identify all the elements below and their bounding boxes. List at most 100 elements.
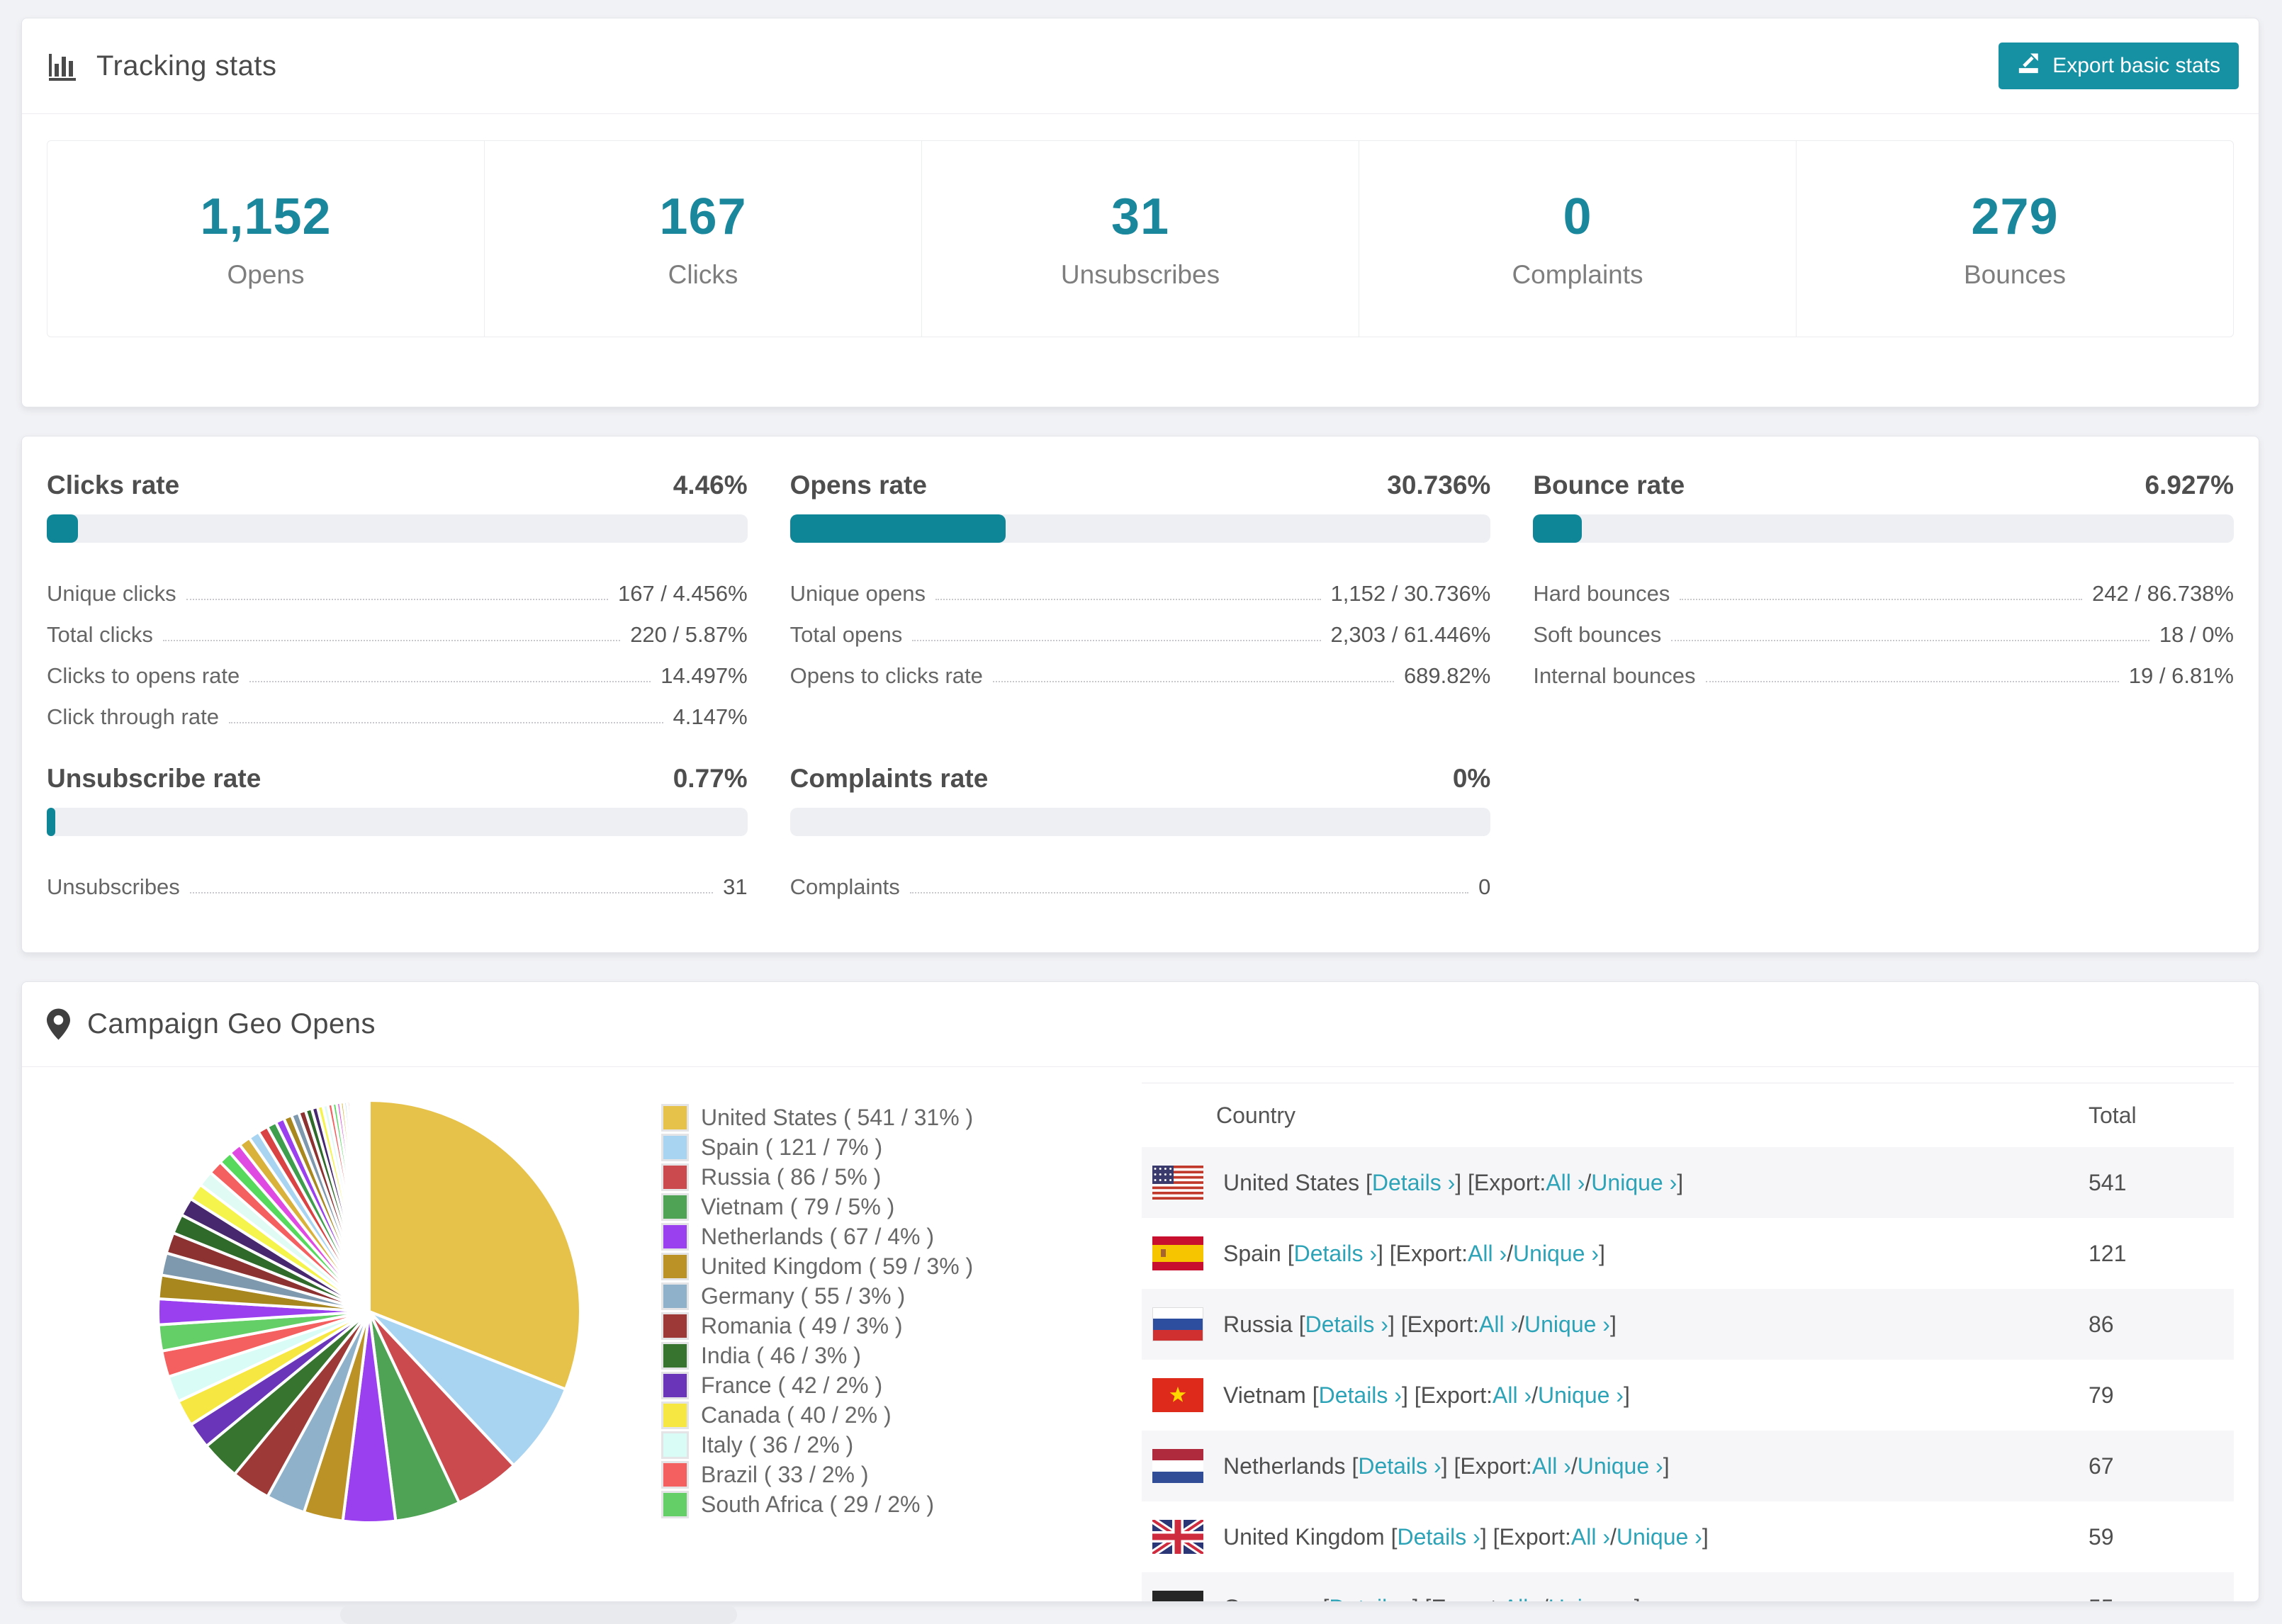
rate-block-unsubscribe-rate: Unsubscribe rate 0.77% Unsubscribes 31 <box>47 764 748 901</box>
legend-item-russia[interactable]: Russia ( 86 / 5% ) <box>663 1162 1018 1192</box>
legend-item-united-states[interactable]: United States ( 541 / 31% ) <box>663 1103 1018 1132</box>
stat-label: Complaints <box>1512 260 1643 289</box>
progress-bar-fill <box>1533 514 1582 543</box>
rate-row-value: 220 / 5.87% <box>630 622 748 647</box>
country-name: United Kingdom <box>1223 1523 1385 1550</box>
rate-row-value: 242 / 86.738% <box>2092 581 2234 606</box>
geo-table-row-us: United States [Details ›] [Export: All ›… <box>1142 1147 2234 1218</box>
export-unique-link[interactable]: Unique › <box>1524 1312 1610 1338</box>
details-link[interactable]: Details › <box>1397 1524 1480 1550</box>
flag-de-icon <box>1152 1591 1203 1601</box>
geo-table-row-de: Germany [Details ›] [Export: All › / Uni… <box>1142 1572 2234 1602</box>
column-header-country: Country <box>1216 1102 1296 1128</box>
stat-label: Bounces <box>1964 260 2066 289</box>
geo-table-body: United States [Details ›] [Export: All ›… <box>1142 1147 2234 1602</box>
export-all-link[interactable]: All › <box>1546 1170 1585 1196</box>
rate-title: Complaints rate <box>789 764 989 793</box>
legend-item-italy[interactable]: Italy ( 36 / 2% ) <box>663 1430 1018 1460</box>
rate-block-clicks-rate: Clicks rate 4.46% Unique clicks 167 / 4.… <box>47 470 748 731</box>
export-unique-link[interactable]: Unique › <box>1591 1170 1677 1196</box>
details-link[interactable]: Details › <box>1294 1241 1377 1267</box>
dotted-leader <box>912 640 1321 641</box>
legend-item-france[interactable]: France ( 42 / 2% ) <box>663 1370 1018 1400</box>
export-unique-link[interactable]: Unique › <box>1538 1382 1624 1409</box>
details-link[interactable]: Details › <box>1358 1453 1441 1479</box>
legend-swatch <box>663 1284 687 1308</box>
rate-block-opens-rate: Opens rate 30.736% Unique opens 1,152 / … <box>789 470 1491 731</box>
export-unique-link[interactable]: Unique › <box>1578 1453 1663 1479</box>
rate-row-label: Unique opens <box>789 581 926 606</box>
country-total: 55 <box>2089 1595 2234 1602</box>
legend-item-brazil[interactable]: Brazil ( 33 / 2% ) <box>663 1460 1018 1489</box>
scrollbar-artifact <box>340 1606 737 1624</box>
rate-row-value: 167 / 4.456% <box>617 581 748 606</box>
rate-row: Unique opens 1,152 / 30.736% <box>790 567 1491 608</box>
legend-item-romania[interactable]: Romania ( 49 / 3% ) <box>663 1311 1018 1341</box>
stat-value: 279 <box>1971 188 2059 245</box>
rate-row-value: 31 <box>723 874 748 899</box>
legend-swatch <box>663 1195 687 1219</box>
summary-stat-unsubscribes: 31 Unsubscribes <box>921 141 1359 337</box>
export-all-link[interactable]: All › <box>1468 1241 1507 1267</box>
summary-stat-clicks: 167 Clicks <box>484 141 921 337</box>
legend-item-india[interactable]: India ( 46 / 3% ) <box>663 1341 1018 1370</box>
geo-table: Country Total United States [Details ›] … <box>1142 1083 2234 1602</box>
export-all-link[interactable]: All › <box>1479 1312 1518 1338</box>
legend-item-germany[interactable]: Germany ( 55 / 3% ) <box>663 1281 1018 1311</box>
export-icon <box>2017 52 2041 80</box>
dotted-leader <box>189 892 714 893</box>
legend-swatch <box>663 1254 687 1278</box>
details-link[interactable]: Details › <box>1372 1170 1455 1196</box>
rate-row: Total clicks 220 / 5.87% <box>47 608 748 649</box>
rate-block-complaints-rate: Complaints rate 0% Complaints 0 <box>789 764 1491 901</box>
summary-stat-bounces: 279 Bounces <box>1796 141 2233 337</box>
geo-title: Campaign Geo Opens <box>87 1008 376 1039</box>
rate-row-value: 689.82% <box>1403 663 1491 688</box>
tracking-stats-card: Tracking stats Export basic stats 1,152 … <box>21 18 2259 407</box>
details-link[interactable]: Details › <box>1305 1312 1388 1338</box>
legend-item-spain[interactable]: Spain ( 121 / 7% ) <box>663 1132 1018 1162</box>
legend-item-south-africa[interactable]: South Africa ( 29 / 2% ) <box>663 1489 1018 1519</box>
export-unique-link[interactable]: Unique › <box>1513 1241 1599 1267</box>
legend-swatch <box>663 1492 687 1516</box>
legend-swatch <box>663 1105 687 1129</box>
export-all-link[interactable]: All › <box>1503 1595 1542 1602</box>
progress-bar <box>789 514 1491 543</box>
details-link[interactable]: Details › <box>1329 1595 1412 1602</box>
rate-row: Unsubscribes 31 <box>47 860 748 901</box>
dotted-leader <box>228 722 663 723</box>
rate-percentage: 0% <box>1452 764 1491 793</box>
flag-ru-icon <box>1152 1307 1203 1341</box>
export-all-link[interactable]: All › <box>1532 1453 1571 1479</box>
dotted-leader <box>992 681 1394 682</box>
legend-item-united-kingdom[interactable]: United Kingdom ( 59 / 3% ) <box>663 1251 1018 1281</box>
legend-label: United States ( 541 / 31% ) <box>701 1104 974 1130</box>
stat-label: Unsubscribes <box>1060 260 1220 289</box>
geo-pie-chart[interactable] <box>135 1078 603 1545</box>
legend-swatch <box>663 1135 687 1159</box>
map-pin-icon <box>47 1008 70 1040</box>
rate-row-label: Unique clicks <box>47 581 176 606</box>
pie-svg[interactable] <box>135 1078 603 1545</box>
geo-content: United States ( 541 / 31% ) Spain ( 121 … <box>22 1067 2259 1602</box>
export-all-link[interactable]: All › <box>1571 1524 1610 1550</box>
country-name: Vietnam <box>1223 1382 1306 1408</box>
legend-item-canada[interactable]: Canada ( 40 / 2% ) <box>663 1400 1018 1430</box>
legend-swatch <box>663 1462 687 1487</box>
progress-bar-fill <box>47 808 55 836</box>
rate-row-value: 18 / 0% <box>2159 622 2234 647</box>
legend-item-netherlands[interactable]: Netherlands ( 67 / 4% ) <box>663 1222 1018 1251</box>
legend-label: Germany ( 55 / 3% ) <box>701 1282 906 1309</box>
rate-row-label: Unsubscribes <box>47 874 180 899</box>
export-unique-link[interactable]: Unique › <box>1548 1595 1634 1602</box>
export-basic-stats-button[interactable]: Export basic stats <box>1999 43 2239 89</box>
rate-row: Clicks to opens rate 14.497% <box>47 649 748 690</box>
rate-percentage: 6.927% <box>2145 470 2235 500</box>
legend-item-vietnam[interactable]: Vietnam ( 79 / 5% ) <box>663 1192 1018 1222</box>
legend-label: Spain ( 121 / 7% ) <box>701 1134 883 1160</box>
export-unique-link[interactable]: Unique › <box>1617 1524 1702 1550</box>
export-all-link[interactable]: All › <box>1493 1382 1531 1409</box>
rate-row-label: Complaints <box>789 874 900 899</box>
details-link[interactable]: Details › <box>1319 1382 1402 1409</box>
legend-swatch <box>663 1314 687 1338</box>
